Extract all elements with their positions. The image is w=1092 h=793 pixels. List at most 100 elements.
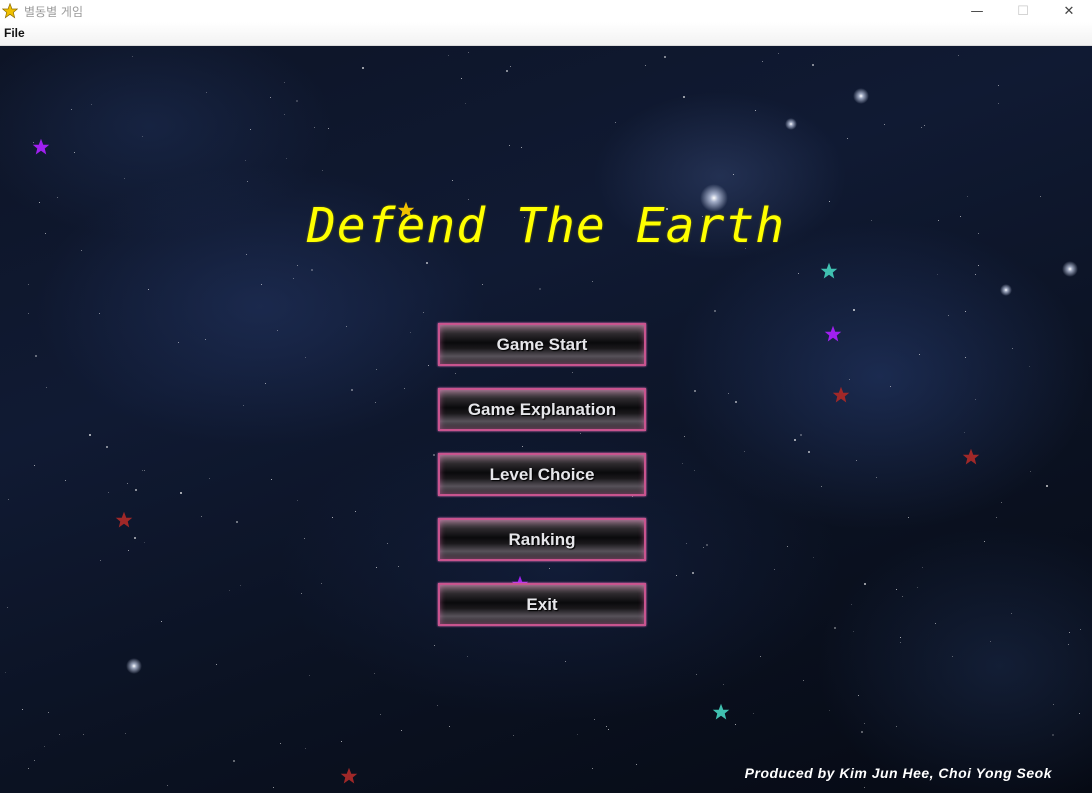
dust-star <box>753 713 754 714</box>
dust-star <box>99 313 100 314</box>
dust-star <box>592 768 593 769</box>
dust-star <box>437 705 438 706</box>
dust-star <box>615 122 616 123</box>
exit-button[interactable]: Exit <box>438 583 646 626</box>
dust-star <box>978 265 979 266</box>
dust-star <box>998 103 999 104</box>
dust-star <box>134 537 136 539</box>
dust-star <box>74 152 75 153</box>
bright-star <box>1000 284 1012 296</box>
dust-star <box>864 583 866 585</box>
dust-star <box>509 145 510 146</box>
dust-star <box>142 470 143 471</box>
dust-star <box>696 674 697 675</box>
dust-star <box>277 330 278 331</box>
dust-star <box>108 492 109 493</box>
dust-star <box>565 661 566 662</box>
dust-star <box>401 730 402 731</box>
dust-star <box>376 567 377 568</box>
star-icon <box>2 3 18 19</box>
dust-star <box>1080 629 1081 630</box>
dust-star <box>908 517 909 518</box>
dust-star <box>410 332 411 333</box>
dust-star <box>975 274 976 275</box>
dust-star <box>608 729 609 730</box>
dust-star <box>606 726 607 727</box>
dust-star <box>990 641 991 642</box>
level-choice-button[interactable]: Level Choice <box>438 453 646 496</box>
dust-star <box>5 672 6 673</box>
dust-star <box>861 731 863 733</box>
dust-star <box>856 460 857 461</box>
dust-star <box>853 309 855 311</box>
dust-star <box>676 575 677 576</box>
minimize-button[interactable]: — <box>954 0 1000 22</box>
dust-star <box>178 342 179 343</box>
dust-star <box>293 278 294 279</box>
dust-star <box>513 735 514 736</box>
game-explanation-button[interactable]: Game Explanation <box>438 388 646 431</box>
dust-star <box>577 734 578 735</box>
dust-star <box>144 542 145 543</box>
dust-star <box>297 265 298 266</box>
close-button[interactable]: ✕ <box>1046 0 1092 22</box>
dust-star <box>8 499 9 500</box>
dust-star <box>774 569 775 570</box>
dust-star <box>580 433 581 434</box>
dust-star <box>346 326 347 327</box>
dust-star <box>309 675 310 676</box>
game-canvas: Defend The Earth Game Start Game Explana… <box>0 46 1092 793</box>
dust-star <box>924 125 925 126</box>
dust-star <box>216 664 217 665</box>
falling-star-red-icon <box>115 511 133 528</box>
dust-star <box>387 543 388 544</box>
dust-star <box>311 269 313 271</box>
dust-star <box>937 274 938 275</box>
dust-star <box>998 85 999 86</box>
dust-star <box>127 483 128 484</box>
dust-star <box>271 479 272 480</box>
maximize-button[interactable]: ☐ <box>1000 0 1046 22</box>
dust-star <box>706 544 708 546</box>
dust-star <box>967 196 968 197</box>
dust-star <box>636 764 637 765</box>
dust-star <box>921 127 922 128</box>
dust-star <box>452 180 453 181</box>
dust-star <box>733 174 734 175</box>
dust-star <box>65 480 66 481</box>
dust-star <box>694 470 695 471</box>
credits-text: Produced by Kim Jun Hee, Choi Yong Seok <box>744 765 1052 781</box>
dust-star <box>1052 734 1054 736</box>
dust-star <box>398 566 399 567</box>
dust-star <box>448 55 449 56</box>
dust-star <box>692 572 694 574</box>
dust-star <box>922 567 923 568</box>
falling-star-purple-icon <box>824 325 842 342</box>
dust-star <box>161 621 162 622</box>
dust-star <box>714 310 716 312</box>
dust-star <box>864 787 865 788</box>
window-controls: — ☐ ✕ <box>954 0 1092 22</box>
dust-star <box>304 538 305 539</box>
dust-star <box>896 589 897 590</box>
dust-star <box>884 124 885 125</box>
dust-star <box>1012 348 1013 349</box>
dust-star <box>778 53 779 54</box>
dust-star <box>683 96 685 98</box>
menu-file[interactable]: File <box>4 26 25 40</box>
dust-star <box>426 262 428 264</box>
dust-star <box>246 254 247 255</box>
game-start-button[interactable]: Game Start <box>438 323 646 366</box>
dust-star <box>301 593 302 594</box>
dust-star <box>48 712 49 713</box>
dust-star <box>148 289 149 290</box>
ranking-button[interactable]: Ranking <box>438 518 646 561</box>
dust-star <box>362 67 364 69</box>
dust-star <box>984 541 985 542</box>
dust-star <box>632 496 633 497</box>
dust-star <box>996 517 997 518</box>
dust-star <box>206 92 207 93</box>
dust-star <box>34 760 35 761</box>
dust-star <box>423 312 424 313</box>
dust-star <box>455 373 456 374</box>
